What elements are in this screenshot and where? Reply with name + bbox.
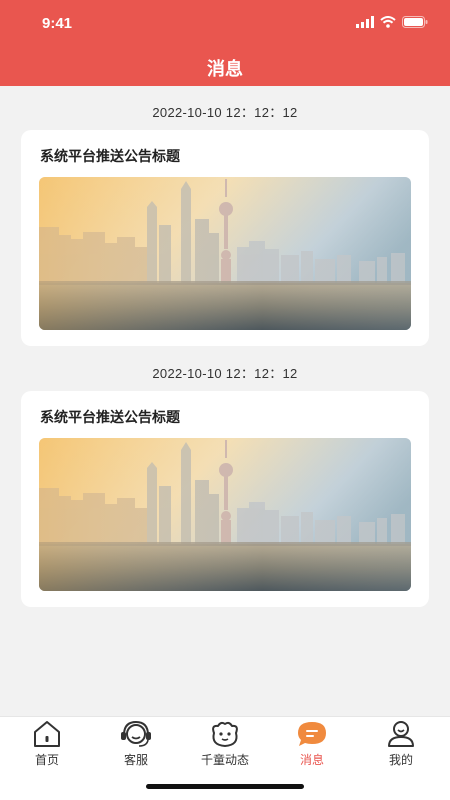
home-indicator bbox=[146, 784, 304, 789]
tab-home[interactable]: 首页 bbox=[2, 719, 92, 771]
tab-label: 首页 bbox=[34, 753, 59, 767]
message-icon bbox=[298, 722, 326, 746]
child-face-icon bbox=[212, 721, 238, 747]
status-bar: 9:41 bbox=[0, 0, 450, 48]
headset-icon bbox=[121, 720, 151, 747]
user-icon bbox=[388, 721, 414, 747]
message-card[interactable]: 系统平台推送公告标题 bbox=[21, 130, 429, 346]
message-timestamp: 2022-10-10 12：12：12 bbox=[152, 366, 298, 381]
home-icon bbox=[34, 721, 60, 747]
city-skyline-image bbox=[39, 438, 411, 591]
page-title: 消息 bbox=[207, 59, 243, 80]
status-icons bbox=[356, 14, 428, 30]
tab-profile[interactable]: 我的 bbox=[356, 719, 446, 771]
tab-label: 消息 bbox=[299, 753, 324, 767]
wifi-icon bbox=[380, 16, 396, 28]
message-timestamp: 2022-10-10 12：12：12 bbox=[152, 105, 298, 120]
battery-icon bbox=[402, 16, 428, 28]
tab-label: 我的 bbox=[388, 753, 413, 767]
app-header: 9:41 消息 bbox=[0, 0, 450, 86]
tab-label: 千童动态 bbox=[200, 753, 249, 767]
tab-label: 客服 bbox=[123, 753, 148, 767]
tab-customer-service[interactable]: 客服 bbox=[91, 719, 181, 771]
signal-icon bbox=[356, 16, 374, 28]
city-skyline-image bbox=[39, 177, 411, 330]
message-title: 系统平台推送公告标题 bbox=[40, 410, 180, 426]
message-title: 系统平台推送公告标题 bbox=[40, 149, 180, 165]
status-time: 9:41 bbox=[42, 15, 73, 32]
tab-news[interactable]: 千童动态 bbox=[180, 719, 270, 771]
message-card[interactable]: 系统平台推送公告标题 bbox=[21, 391, 429, 607]
tab-messages[interactable]: 消息 bbox=[267, 719, 357, 771]
